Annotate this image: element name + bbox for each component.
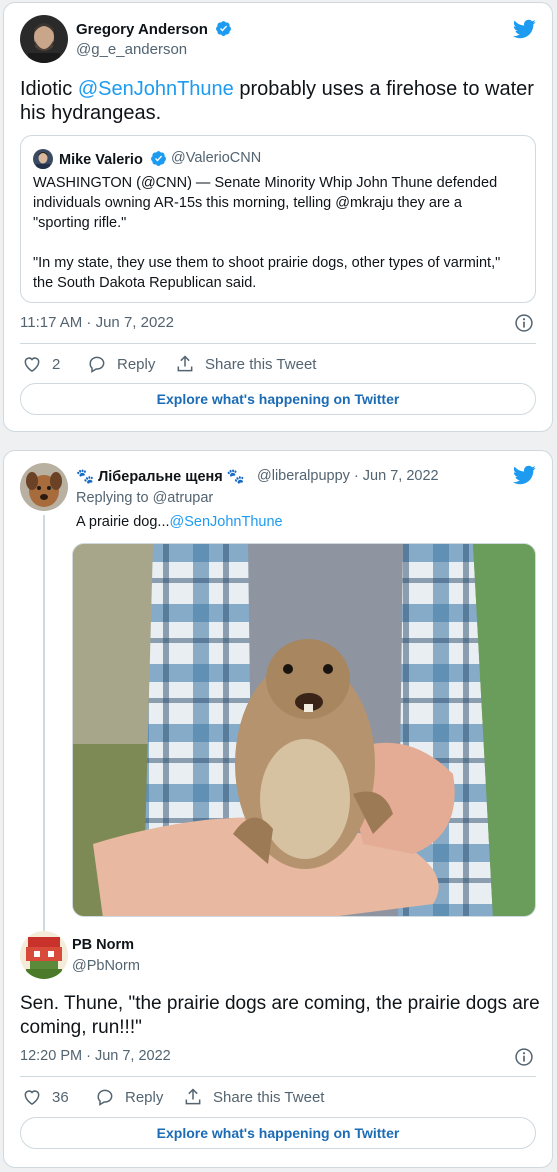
thread-line <box>43 515 45 931</box>
replying-to: Replying to @atrupar <box>76 490 214 506</box>
tweet-text: Sen. Thune, "the prairie dogs are coming… <box>20 993 540 1038</box>
share-button[interactable]: Share this Tweet <box>183 1087 324 1107</box>
twitter-bird-icon[interactable] <box>512 17 536 41</box>
verified-badge-icon <box>216 21 232 36</box>
explore-twitter-button[interactable]: Explore what's happening on Twitter <box>20 1117 536 1149</box>
tweet-card-2: 🐾 Ліберальне щеня 🐾 @liberalpuppy · Jun … <box>3 450 553 1168</box>
quoted-author-name: Mike Valerio <box>59 150 167 168</box>
timestamp[interactable]: 12:20 PM · Jun 7, 2022 <box>20 1048 171 1064</box>
tweet-card-1: Gregory Anderson @g_e_anderson Idiotic @… <box>3 2 553 432</box>
avatar[interactable] <box>20 15 68 63</box>
prairie-dog-photo[interactable] <box>72 543 536 917</box>
author-name[interactable]: PB Norm <box>72 937 134 953</box>
mention-link[interactable]: @SenJohnThune <box>170 514 283 530</box>
paw-icon: 🐾 <box>76 469 95 485</box>
info-icon[interactable] <box>514 313 534 333</box>
parent-author-name[interactable]: 🐾 Ліберальне щеня 🐾 <box>76 468 245 485</box>
like-count: 2 <box>52 355 61 373</box>
quoted-paragraph-1: WASHINGTON (@CNN) — Senate Minority Whip… <box>33 175 498 231</box>
heart-icon <box>24 357 40 372</box>
heart-icon <box>24 1090 40 1105</box>
tweet-text: Idiotic @SenJohnThune probably uses a fi… <box>20 78 534 124</box>
like-button[interactable]: 2 <box>22 354 60 374</box>
avatar[interactable] <box>20 463 68 511</box>
share-upload-icon <box>185 1088 201 1105</box>
parent-author-handle[interactable]: @liberalpuppy · Jun 7, 2022 <box>257 468 439 484</box>
speech-bubble-icon <box>89 356 105 373</box>
verified-badge-icon <box>150 151 166 166</box>
like-count: 36 <box>52 1088 69 1106</box>
like-button[interactable]: 36 <box>22 1087 69 1107</box>
share-button[interactable]: Share this Tweet <box>175 354 316 374</box>
mention-link[interactable]: @SenJohnThune <box>78 78 234 100</box>
quoted-paragraph-2: "In my state, they use them to shoot pra… <box>33 255 501 291</box>
avatar <box>33 149 53 169</box>
parent-tweet-text: A prairie dog...@SenJohnThune <box>76 514 283 530</box>
replying-to-handle[interactable]: @atrupar <box>153 490 214 506</box>
parent-date: · Jun 7, 2022 <box>353 468 439 484</box>
quoted-tweet[interactable]: Mike Valerio @ValerioCNN WASHINGTON (@CN… <box>20 135 536 303</box>
share-upload-icon <box>177 355 193 372</box>
timestamp[interactable]: 11:17 AM · Jun 7, 2022 <box>20 314 174 331</box>
quoted-author-handle: @ValerioCNN <box>171 150 262 166</box>
reply-button[interactable]: Reply <box>87 354 155 374</box>
author-handle[interactable]: @g_e_anderson <box>76 41 187 58</box>
info-icon[interactable] <box>514 1047 534 1067</box>
author-handle[interactable]: @PbNorm <box>72 958 140 974</box>
avatar[interactable] <box>20 931 68 979</box>
reply-button[interactable]: Reply <box>95 1087 163 1107</box>
divider <box>20 1076 536 1077</box>
speech-bubble-icon <box>97 1089 113 1106</box>
twitter-bird-icon[interactable] <box>512 463 536 487</box>
author-name[interactable]: Gregory Anderson <box>76 20 232 38</box>
paw-icon: 🐾 <box>226 469 245 485</box>
explore-twitter-button[interactable]: Explore what's happening on Twitter <box>20 383 536 415</box>
divider <box>20 343 536 344</box>
